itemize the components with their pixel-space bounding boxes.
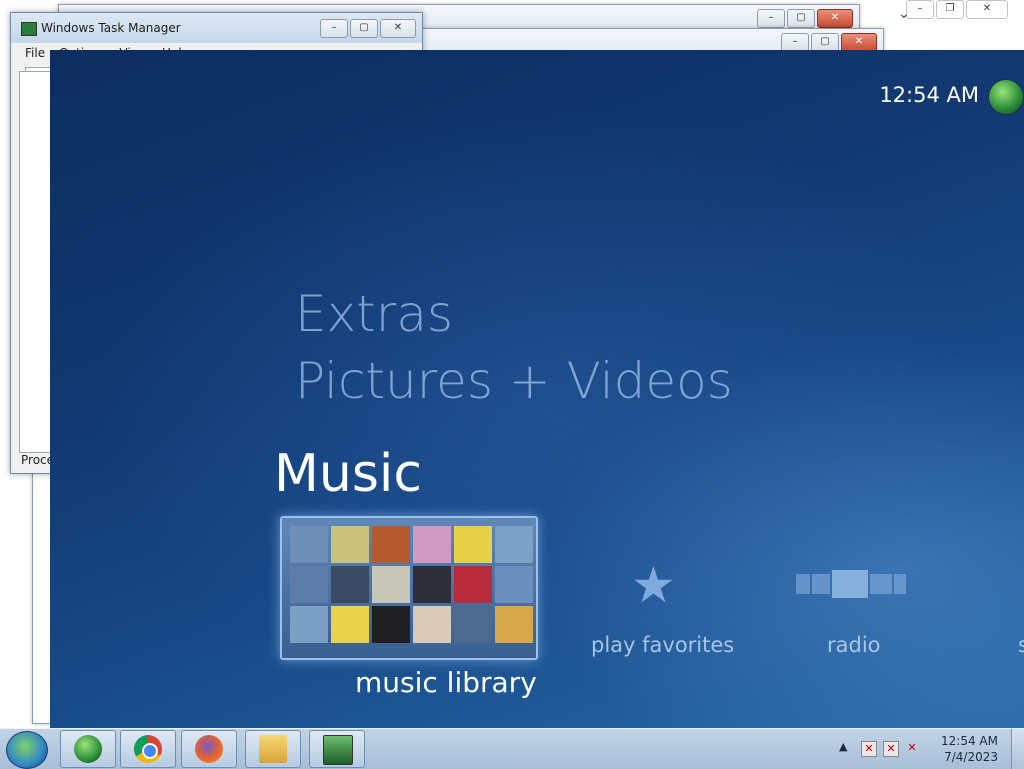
album-cover bbox=[413, 606, 451, 643]
taskbar-firefox-button[interactable] bbox=[181, 730, 237, 768]
maximize-button[interactable]: ▢ bbox=[787, 9, 815, 28]
album-art-grid bbox=[290, 526, 533, 643]
folder-icon bbox=[259, 735, 287, 763]
music-library-tile[interactable] bbox=[280, 516, 538, 660]
tray-clock-date[interactable]: 7/4/2023 bbox=[944, 750, 998, 764]
media-center-icon bbox=[74, 735, 102, 763]
play-favorites-label[interactable]: play favorites bbox=[591, 633, 734, 657]
menu-item-music[interactable]: Music bbox=[274, 444, 422, 504]
album-cover bbox=[290, 606, 328, 643]
minimize-button[interactable]: – bbox=[906, 0, 934, 19]
taskbar: ▲ ✕ ✕ ✕ 12:54 AM 7/4/2023 bbox=[0, 728, 1024, 769]
chevron-down-icon[interactable]: ⌄ bbox=[898, 6, 910, 22]
volume-muted-icon[interactable]: ✕ bbox=[905, 741, 919, 755]
start-button[interactable] bbox=[6, 731, 48, 769]
taskbar-task-manager-button[interactable] bbox=[309, 730, 365, 768]
minimize-button[interactable]: – bbox=[320, 19, 348, 38]
album-cover bbox=[290, 566, 328, 603]
music-library-label[interactable]: music library bbox=[355, 666, 537, 699]
album-cover bbox=[454, 566, 492, 603]
album-cover bbox=[290, 526, 328, 563]
network-icon[interactable]: ✕ bbox=[883, 741, 899, 757]
album-cover bbox=[413, 566, 451, 603]
album-cover bbox=[331, 526, 369, 563]
task-manager-title: Windows Task Manager bbox=[41, 21, 181, 35]
menu-item-extras[interactable]: Extras bbox=[295, 285, 453, 343]
close-button[interactable]: ✕ bbox=[380, 19, 416, 38]
radio-icon-segment bbox=[870, 574, 892, 594]
media-center-window[interactable]: 12:54 AM Extras Pictures + Videos Music … bbox=[50, 50, 1024, 728]
task-manager-controls: – ▢ ✕ bbox=[320, 19, 416, 38]
menu-file[interactable]: File bbox=[25, 43, 45, 63]
background-window-controls: – ▢ ✕ bbox=[757, 9, 853, 28]
close-button[interactable]: ✕ bbox=[966, 0, 1008, 19]
album-cover bbox=[413, 526, 451, 563]
radio-icon-segment bbox=[832, 570, 868, 598]
chrome-icon bbox=[134, 735, 162, 763]
album-cover bbox=[454, 526, 492, 563]
task-manager-icon bbox=[323, 735, 353, 765]
radio-icon-segment bbox=[894, 574, 906, 594]
minimize-button[interactable]: – bbox=[757, 9, 785, 28]
radio-icon[interactable] bbox=[796, 570, 906, 598]
album-cover bbox=[372, 526, 410, 563]
album-cover bbox=[372, 606, 410, 643]
album-cover bbox=[372, 566, 410, 603]
firefox-icon bbox=[195, 735, 223, 763]
media-center-clock: 12:54 AM bbox=[879, 83, 979, 107]
restore-button[interactable]: ❐ bbox=[936, 0, 964, 19]
task-manager-icon bbox=[21, 22, 37, 36]
radio-icon-segment bbox=[796, 574, 810, 594]
maximize-button[interactable]: ▢ bbox=[350, 19, 378, 38]
album-cover bbox=[454, 606, 492, 643]
system-tray: ▲ ✕ ✕ ✕ 12:54 AM 7/4/2023 bbox=[839, 729, 1024, 769]
star-icon[interactable]: ★ bbox=[631, 556, 676, 614]
corner-window-controls: – ❐ ✕ bbox=[906, 0, 1008, 19]
radio-icon-segment bbox=[812, 574, 830, 594]
action-center-flag-icon[interactable]: ✕ bbox=[861, 741, 877, 757]
album-cover bbox=[331, 566, 369, 603]
show-hidden-icons-icon[interactable]: ▲ bbox=[839, 740, 847, 753]
tray-clock-time[interactable]: 12:54 AM bbox=[941, 734, 998, 748]
show-desktop-button[interactable] bbox=[1011, 729, 1024, 769]
album-cover bbox=[331, 606, 369, 643]
radio-label[interactable]: radio bbox=[827, 633, 881, 657]
taskbar-explorer-button[interactable] bbox=[245, 730, 301, 768]
menu-item-pictures-videos[interactable]: Pictures + Videos bbox=[295, 352, 733, 410]
album-cover bbox=[495, 526, 533, 563]
taskbar-chrome-button[interactable] bbox=[120, 730, 176, 768]
taskbar-media-center-button[interactable] bbox=[60, 730, 116, 768]
album-cover bbox=[495, 566, 533, 603]
close-button[interactable]: ✕ bbox=[817, 9, 853, 28]
windows-start-orb-icon[interactable] bbox=[988, 79, 1024, 115]
next-strip-item-label[interactable]: s bbox=[1018, 633, 1024, 657]
album-cover bbox=[495, 606, 533, 643]
